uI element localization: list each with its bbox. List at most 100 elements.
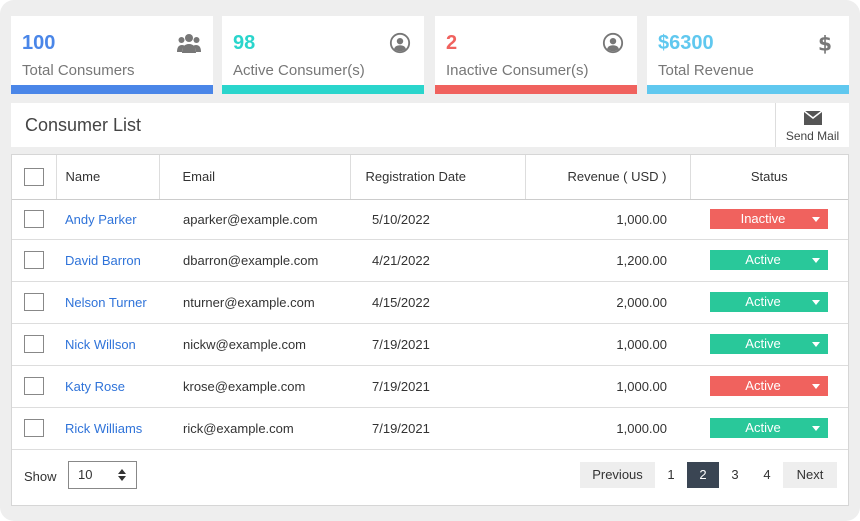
revenue-value: 1,000.00 (525, 199, 690, 240)
stat-label: Inactive Consumer(s) (446, 62, 589, 79)
row-checkbox[interactable] (24, 335, 44, 353)
table-row: Nelson Turner nturner@example.com 4/15/202… (12, 281, 848, 324)
status-dropdown[interactable]: Inactive (710, 209, 828, 229)
user-circle-icon (602, 32, 624, 54)
show-label: Show (24, 469, 57, 484)
stat-card-total-consumers: 100 Total Consumers (11, 16, 213, 94)
consumer-email: dbarron@example.com (159, 239, 350, 282)
consumer-email: aparker@example.com (159, 199, 350, 240)
pagination: Previous 1 2 3 4 Next (580, 462, 837, 488)
dashboard-frame: 100 Total Consumers 98 Active Consumer(s… (0, 0, 860, 521)
page-button-4[interactable]: 4 (751, 462, 783, 488)
stat-value: 100 (22, 32, 56, 54)
consumer-name-link[interactable]: Katy Rose (56, 365, 159, 408)
consumer-email: nickw@example.com (159, 323, 350, 366)
caret-down-icon (812, 342, 820, 347)
stat-label: Total Consumers (22, 62, 135, 79)
row-select-cell (12, 365, 56, 408)
consumer-name-link[interactable]: Nelson Turner (56, 281, 159, 324)
consumer-list-header: Consumer List Send Mail (11, 103, 849, 147)
page-title: Consumer List (25, 115, 142, 135)
table-row: David Barron dbarron@example.com 4/21/2022… (12, 239, 848, 282)
svg-text:$: $ (818, 32, 832, 54)
caret-down-icon (812, 384, 820, 389)
status-dropdown[interactable]: Active (710, 418, 828, 438)
stat-value: $6300 (658, 32, 714, 54)
status-dropdown[interactable]: Active (710, 292, 828, 312)
page-size-select[interactable]: 10 (68, 461, 137, 489)
page-size-value: 10 (78, 467, 93, 482)
status-label: Active (745, 252, 781, 267)
select-all-checkbox[interactable] (23, 167, 44, 186)
status-dropdown[interactable]: Active (710, 334, 828, 354)
header-registration-date[interactable]: Registration Date (350, 155, 526, 200)
consumer-table: Name Email Registration Date Revenue ( U… (12, 155, 848, 450)
stat-label: Active Consumer(s) (233, 62, 365, 79)
registration-date: 7/19/2021 (350, 365, 525, 408)
status-cell: Active (690, 239, 848, 282)
stat-bar (435, 85, 637, 94)
revenue-value: 2,000.00 (525, 281, 690, 324)
table-row: Andy Parker aparker@example.com 5/10/2022 1… (12, 199, 848, 240)
row-select-cell (12, 239, 56, 282)
page-button-1[interactable]: 1 (655, 462, 687, 488)
table-row: Nick Willson nickw@example.com 7/19/2021 1,… (12, 323, 848, 366)
send-mail-label: Send Mail (785, 129, 840, 143)
previous-page-button[interactable]: Previous (580, 462, 655, 488)
status-dropdown[interactable]: Active (710, 250, 828, 270)
send-mail-button[interactable]: Send Mail (775, 103, 849, 147)
row-checkbox[interactable] (24, 377, 44, 395)
status-dropdown[interactable]: Active (710, 376, 828, 396)
consumer-name-link[interactable]: Rick Williams (56, 407, 159, 450)
revenue-value: 1,200.00 (525, 239, 690, 282)
page-button-3[interactable]: 3 (719, 462, 751, 488)
row-select-cell (12, 199, 56, 240)
consumer-name-link[interactable]: Nick Willson (56, 323, 159, 366)
row-select-cell (12, 281, 56, 324)
stat-bar (222, 85, 424, 94)
users-icon (177, 34, 201, 53)
consumer-email: nturner@example.com (159, 281, 350, 324)
consumer-table-panel: Name Email Registration Date Revenue ( U… (11, 154, 849, 506)
status-label: Inactive (740, 211, 786, 226)
registration-date: 4/21/2022 (350, 239, 525, 282)
status-cell: Active (690, 365, 848, 408)
stat-card-active-consumers: 98 Active Consumer(s) (222, 16, 424, 94)
row-checkbox[interactable] (24, 419, 44, 437)
revenue-value: 1,000.00 (525, 365, 690, 408)
table-header-row: Name Email Registration Date Revenue ( U… (12, 155, 848, 200)
header-email[interactable]: Email (159, 155, 351, 200)
select-all-cell (12, 155, 57, 200)
status-cell: Active (690, 281, 848, 324)
consumer-name-link[interactable]: Andy Parker (56, 199, 159, 240)
status-cell: Active (690, 323, 848, 366)
table-row: Rick Williams rick@example.com 7/19/2021 1,… (12, 407, 848, 450)
status-label: Active (745, 378, 781, 393)
stat-label: Total Revenue (658, 62, 754, 79)
page-button-2[interactable]: 2 (687, 462, 719, 488)
caret-down-icon (812, 426, 820, 431)
row-checkbox[interactable] (24, 251, 44, 269)
table-footer: Show 10 Previous 1 2 3 4 Next (12, 451, 848, 505)
next-page-button[interactable]: Next (783, 462, 837, 488)
revenue-value: 1,000.00 (525, 323, 690, 366)
registration-date: 7/19/2021 (350, 323, 525, 366)
header-name[interactable]: Name (56, 155, 160, 200)
row-checkbox[interactable] (24, 293, 44, 311)
consumer-name-link[interactable]: David Barron (56, 239, 159, 282)
dollar-icon: $ (818, 32, 832, 54)
stat-card-inactive-consumers: 2 Inactive Consumer(s) (435, 16, 637, 94)
status-label: Active (745, 294, 781, 309)
stat-value: 2 (446, 32, 458, 54)
header-revenue[interactable]: Revenue ( USD ) (525, 155, 691, 200)
stat-bar (647, 85, 849, 94)
row-select-cell (12, 407, 56, 450)
consumer-email: rick@example.com (159, 407, 350, 450)
header-status[interactable]: Status (690, 155, 848, 200)
table-row: Katy Rose krose@example.com 7/19/2021 1,000… (12, 365, 848, 408)
status-label: Active (745, 420, 781, 435)
status-cell: Active (690, 407, 848, 450)
revenue-value: 1,000.00 (525, 407, 690, 450)
registration-date: 4/15/2022 (350, 281, 525, 324)
row-checkbox[interactable] (24, 210, 44, 228)
